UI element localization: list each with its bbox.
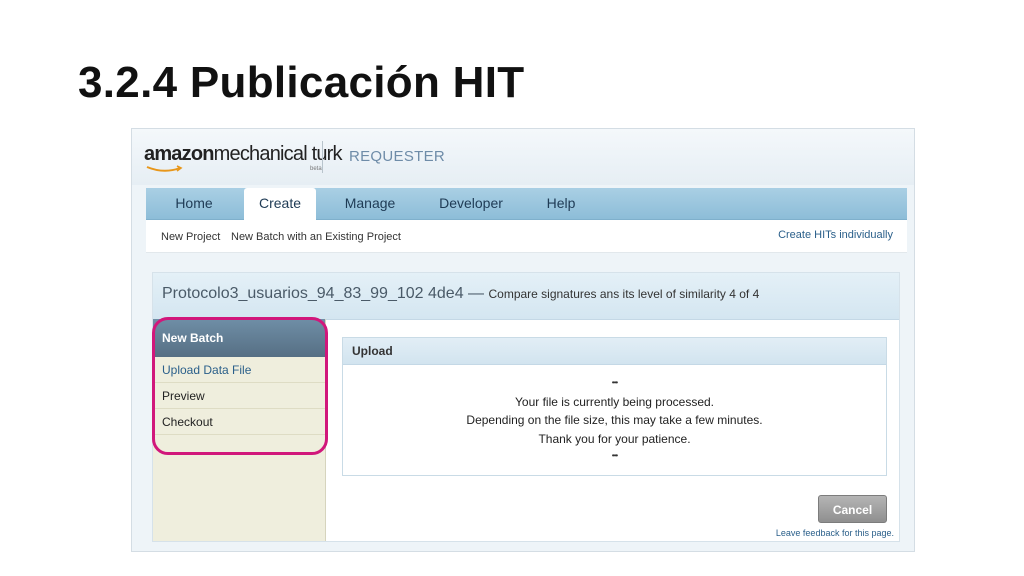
sidebar-item-preview: Preview bbox=[153, 383, 325, 409]
sidebar-item-upload-data-file[interactable]: Upload Data File bbox=[153, 357, 325, 383]
slide-title: 3.2.4 Publicación HIT bbox=[78, 58, 525, 107]
project-description: Compare signatures ans its level of simi… bbox=[488, 287, 760, 301]
project-header: Protocolo3_usuarios_94_83_99_102 4de4 — … bbox=[153, 273, 899, 320]
sidebar-header-new-batch: New Batch bbox=[153, 319, 325, 357]
project-title: Protocolo3_usuarios_94_83_99_102 4de4 — … bbox=[162, 285, 759, 303]
brand-bar: amazonmechanical turk beta REQUESTER bbox=[132, 129, 914, 185]
create-hits-individually-link[interactable]: Create HITs individually bbox=[778, 229, 893, 241]
file-size-message: Depending on the file size, this may tak… bbox=[466, 413, 763, 427]
new-project-link[interactable]: New Project bbox=[161, 231, 220, 243]
main-nav: Home Create Manage Developer Help bbox=[146, 188, 907, 220]
brand-divider bbox=[322, 141, 323, 173]
amazon-smile-icon bbox=[146, 165, 183, 172]
amazon-mturk-logo: amazonmechanical turk bbox=[144, 143, 343, 166]
batch-content: Protocolo3_usuarios_94_83_99_102 4de4 — … bbox=[152, 272, 900, 542]
tab-manage[interactable]: Manage bbox=[332, 188, 408, 219]
loading-dots-bottom: ••• bbox=[611, 451, 618, 460]
requester-label: REQUESTER bbox=[349, 148, 446, 165]
mturk-screenshot: amazonmechanical turk beta REQUESTER Hom… bbox=[131, 128, 915, 552]
tab-help[interactable]: Help bbox=[536, 188, 586, 219]
new-batch-existing-project-link[interactable]: New Batch with an Existing Project bbox=[231, 231, 401, 243]
logo-beta-label: beta bbox=[310, 166, 322, 172]
project-separator: — bbox=[463, 285, 489, 302]
processing-message: Your file is currently being processed. bbox=[515, 395, 714, 409]
logo-amazon-text: amazon bbox=[144, 143, 214, 165]
sub-nav: New Project New Batch with an Existing P… bbox=[146, 220, 907, 253]
tab-developer[interactable]: Developer bbox=[428, 188, 514, 219]
upload-panel-title: Upload bbox=[343, 338, 886, 365]
loading-dots-top: ••• bbox=[611, 378, 618, 387]
leave-feedback-link[interactable]: Leave feedback for this page. bbox=[776, 528, 894, 538]
upload-panel: Upload ••• Your file is currently being … bbox=[342, 337, 887, 476]
batch-sidebar: New Batch Upload Data File Preview Check… bbox=[153, 319, 326, 541]
patience-message: Thank you for your patience. bbox=[538, 432, 691, 446]
project-name: Protocolo3_usuarios_94_83_99_102 4de4 bbox=[162, 285, 464, 302]
tab-home[interactable]: Home bbox=[160, 188, 228, 219]
cancel-button[interactable]: Cancel bbox=[818, 495, 887, 523]
sidebar-item-checkout: Checkout bbox=[153, 409, 325, 435]
tab-create[interactable]: Create bbox=[244, 188, 316, 220]
